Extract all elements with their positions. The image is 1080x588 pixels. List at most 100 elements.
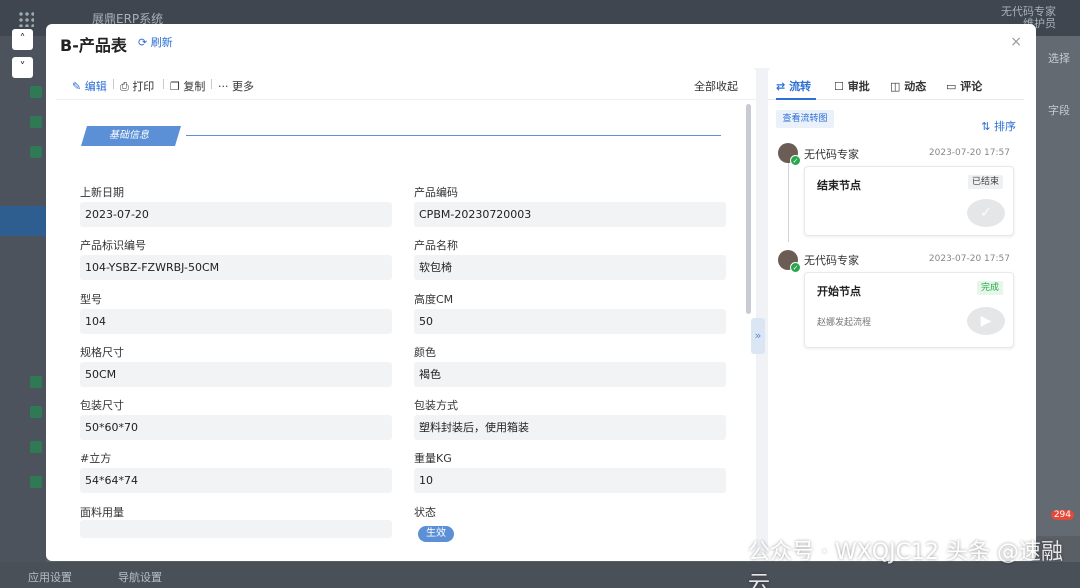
refresh-button[interactable]: ⟳ 刷新 bbox=[138, 34, 173, 50]
sidebar-icon[interactable] bbox=[30, 406, 42, 418]
field-value: CPBM-20230720003 bbox=[414, 202, 726, 227]
node-title: 结束节点 bbox=[817, 179, 861, 192]
record-modal: B-产品表 ⟳ 刷新 × ✎ 编辑 ⎙ 打印 ❐ 复制 ··· 更多 全部收起 … bbox=[46, 24, 1036, 561]
right-panel-text: 选择 bbox=[1048, 52, 1070, 65]
edit-button[interactable]: ✎ 编辑 bbox=[72, 78, 107, 94]
watermark: 公众号 · WXQJC12 头条 @速融云 bbox=[748, 540, 1063, 588]
flow-icon: ⇄ bbox=[776, 80, 786, 93]
nav-settings-link[interactable]: 导航设置 bbox=[118, 569, 162, 585]
flow-node-card[interactable]: 开始节点 完成 赵娜发起流程 ▶ bbox=[804, 272, 1014, 348]
toolbar-divider bbox=[163, 79, 164, 89]
workflow-pane: ⇄ 流转 ☐ 审批 ◫ 动态 ▭ 评论 查看流转图 ⇅ 排序 ✓ 无代码专家 2… bbox=[768, 68, 1024, 554]
section-title[interactable]: 基础信息 bbox=[81, 126, 181, 146]
field-label: 产品标识编号 bbox=[80, 239, 146, 252]
field-value: 50 bbox=[414, 309, 726, 334]
play-stamp-icon: ▶ bbox=[967, 307, 1005, 335]
check-icon: ✓ bbox=[790, 262, 801, 273]
field-value: 104-YSBZ-FZWRBJ-50CM bbox=[80, 255, 392, 280]
tab-activity-label: 动态 bbox=[904, 80, 927, 93]
field-value: 2023-07-20 bbox=[80, 202, 392, 227]
toolbar-divider bbox=[113, 79, 114, 89]
printer-icon: ⎙ bbox=[120, 80, 129, 93]
tab-flow-label: 流转 bbox=[789, 80, 812, 93]
field-value bbox=[80, 520, 392, 538]
sort-label: 排序 bbox=[994, 120, 1016, 133]
tab-approve[interactable]: ☐ 审批 bbox=[834, 78, 870, 94]
sort-button[interactable]: ⇅ 排序 bbox=[981, 118, 1016, 134]
app-right-panel: 选择 字段 bbox=[1034, 36, 1080, 536]
sidebar-icon[interactable] bbox=[30, 116, 42, 128]
scrollbar-thumb[interactable] bbox=[746, 104, 751, 314]
double-chevron-right-icon: » bbox=[754, 329, 762, 342]
avatar: ✓ bbox=[778, 250, 801, 273]
field-value: 褐色 bbox=[414, 362, 726, 387]
prev-record-button[interactable]: ˄ bbox=[12, 29, 33, 50]
copy-label: 复制 bbox=[183, 80, 206, 93]
node-note: 赵娜发起流程 bbox=[817, 318, 872, 328]
flow-node-card[interactable]: 结束节点 已结束 ✓ bbox=[804, 166, 1014, 236]
modal-title: B-产品表 bbox=[60, 36, 127, 55]
tab-flow[interactable]: ⇄ 流转 bbox=[776, 78, 811, 94]
view-flow-chart-button[interactable]: 查看流转图 bbox=[776, 110, 834, 128]
notification-count-badge[interactable]: 294 bbox=[1050, 510, 1074, 520]
right-panel-text: 字段 bbox=[1048, 104, 1070, 117]
chevron-up-icon: ˄ bbox=[19, 32, 26, 46]
sidebar-icon[interactable] bbox=[30, 476, 42, 488]
sidebar-icon[interactable] bbox=[30, 146, 42, 158]
status-field: 生效 bbox=[414, 520, 726, 544]
close-icon[interactable]: × bbox=[1010, 34, 1022, 50]
field-label: 高度CM bbox=[414, 293, 454, 306]
field-label: 重量KG bbox=[414, 452, 452, 465]
app-settings-link[interactable]: 应用设置 bbox=[28, 569, 72, 585]
ellipsis-icon: ··· bbox=[218, 80, 229, 93]
field-label: 型号 bbox=[80, 293, 102, 306]
print-button[interactable]: ⎙ 打印 bbox=[120, 78, 154, 94]
check-icon: ✓ bbox=[790, 155, 801, 166]
field-label: #立方 bbox=[80, 452, 112, 465]
activity-icon: ◫ bbox=[890, 80, 901, 93]
next-record-button[interactable]: ˅ bbox=[12, 57, 33, 78]
status-badge: 生效 bbox=[418, 526, 454, 542]
node-status-badge: 完成 bbox=[976, 281, 1003, 295]
event-time: 2023-07-20 17:57 bbox=[928, 254, 1010, 264]
toolbar-divider bbox=[211, 79, 212, 89]
chevron-down-icon: ˅ bbox=[19, 60, 26, 74]
collapse-all-button[interactable]: 全部收起 bbox=[694, 78, 738, 94]
field-value: 塑料封装后，使用箱装 bbox=[414, 415, 726, 440]
modal-header: B-产品表 ⟳ 刷新 × bbox=[46, 24, 1036, 68]
refresh-icon: ⟳ bbox=[138, 36, 148, 49]
field-value: 50CM bbox=[80, 362, 392, 387]
record-toolbar: ✎ 编辑 ⎙ 打印 ❐ 复制 ··· 更多 全部收起 bbox=[56, 68, 756, 100]
field-value: 54*64*74 bbox=[80, 468, 392, 493]
workflow-tabs: ⇄ 流转 ☐ 审批 ◫ 动态 ▭ 评论 bbox=[768, 68, 1024, 100]
tab-activity[interactable]: ◫ 动态 bbox=[890, 78, 926, 94]
more-button[interactable]: ··· 更多 bbox=[218, 78, 254, 94]
node-status-badge: 已结束 bbox=[967, 175, 1003, 189]
field-label: 包装方式 bbox=[414, 399, 458, 412]
avatar: ✓ bbox=[778, 143, 801, 166]
sort-icon: ⇅ bbox=[981, 120, 991, 133]
sidebar-item-selected[interactable] bbox=[0, 206, 46, 236]
field-label: 包装尺寸 bbox=[80, 399, 124, 412]
field-label: 产品名称 bbox=[414, 239, 458, 252]
tab-comment-label: 评论 bbox=[960, 80, 983, 93]
node-title: 开始节点 bbox=[817, 285, 861, 298]
check-stamp-icon: ✓ bbox=[967, 199, 1005, 227]
tab-comment[interactable]: ▭ 评论 bbox=[946, 78, 982, 94]
sidebar-icon[interactable] bbox=[30, 441, 42, 453]
collapse-panel-button[interactable]: » bbox=[751, 318, 765, 354]
field-label: 面料用量 bbox=[80, 506, 124, 519]
section-divider bbox=[186, 135, 721, 136]
sidebar-icon[interactable] bbox=[30, 86, 42, 98]
approve-icon: ☐ bbox=[834, 80, 844, 93]
timeline-connector bbox=[788, 160, 789, 242]
event-time: 2023-07-20 17:57 bbox=[928, 148, 1010, 158]
field-value: 软包椅 bbox=[414, 255, 726, 280]
copy-button[interactable]: ❐ 复制 bbox=[170, 78, 205, 94]
sidebar-icon[interactable] bbox=[30, 376, 42, 388]
field-label: 规格尺寸 bbox=[80, 346, 124, 359]
field-label: 上新日期 bbox=[80, 186, 124, 199]
app-sidebar bbox=[0, 36, 46, 588]
tab-approve-label: 审批 bbox=[847, 80, 870, 93]
app-grid-icon[interactable] bbox=[18, 11, 34, 27]
